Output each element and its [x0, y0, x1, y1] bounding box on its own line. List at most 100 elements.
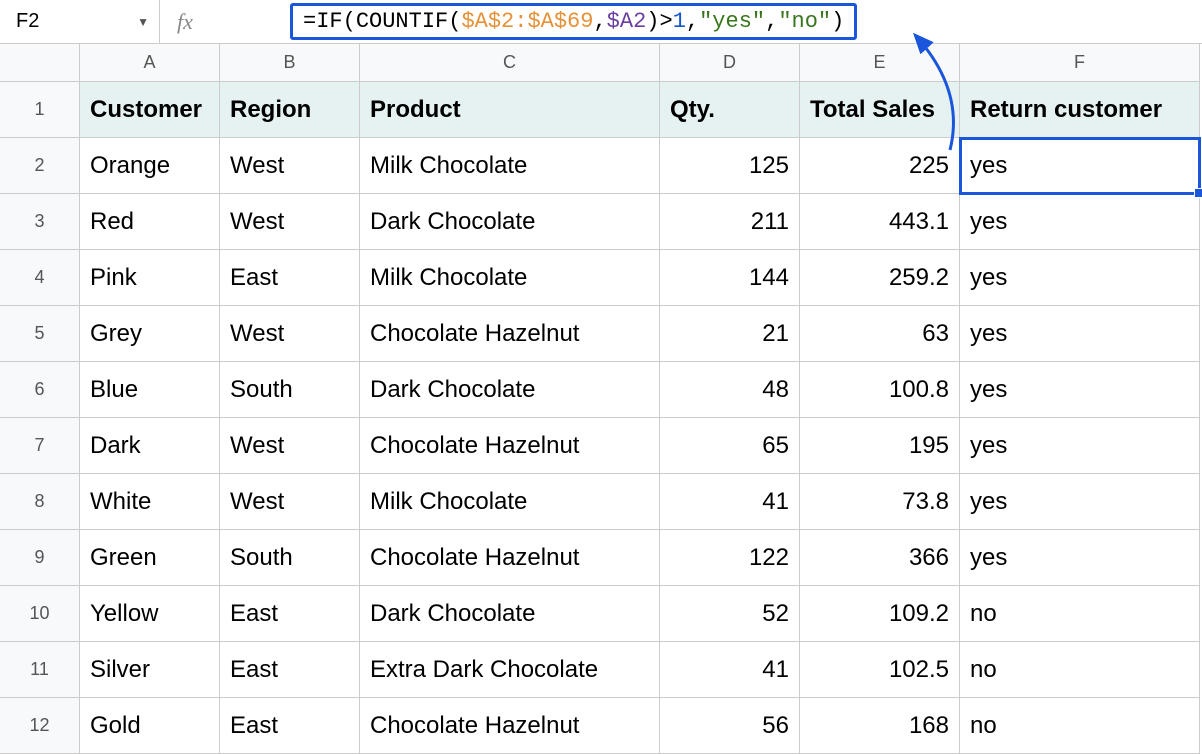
cell[interactable]: White	[80, 474, 220, 530]
cell[interactable]: West	[220, 194, 360, 250]
cell[interactable]: 56	[660, 698, 800, 754]
cell[interactable]: 100.8	[800, 362, 960, 418]
cell[interactable]: Dark Chocolate	[360, 362, 660, 418]
cell[interactable]: yes	[960, 362, 1200, 418]
cell[interactable]: East	[220, 586, 360, 642]
cell[interactable]: Milk Chocolate	[360, 138, 660, 194]
row-header[interactable]: 1	[0, 82, 80, 138]
select-all-corner[interactable]	[0, 44, 80, 82]
cell[interactable]: 168	[800, 698, 960, 754]
row-header[interactable]: 7	[0, 418, 80, 474]
cell[interactable]: 73.8	[800, 474, 960, 530]
row-header[interactable]: 12	[0, 698, 80, 754]
formula-token: ,	[765, 9, 778, 34]
cell[interactable]: 122	[660, 530, 800, 586]
cell[interactable]: Gold	[80, 698, 220, 754]
cell[interactable]: 109.2	[800, 586, 960, 642]
cell[interactable]: 225	[800, 138, 960, 194]
cell[interactable]: 259.2	[800, 250, 960, 306]
cell[interactable]: 195	[800, 418, 960, 474]
cell[interactable]: no	[960, 698, 1200, 754]
cell[interactable]: South	[220, 530, 360, 586]
cell[interactable]: yes	[960, 306, 1200, 362]
name-box[interactable]: F2 ▼	[0, 0, 160, 43]
cell[interactable]: Chocolate Hazelnut	[360, 418, 660, 474]
cell[interactable]: South	[220, 362, 360, 418]
cell[interactable]: Dark	[80, 418, 220, 474]
cell[interactable]: 443.1	[800, 194, 960, 250]
cell[interactable]: Chocolate Hazelnut	[360, 698, 660, 754]
cell[interactable]: yes	[960, 474, 1200, 530]
formula-token: COUNTIF	[356, 9, 448, 34]
col-header-e[interactable]: E	[800, 44, 960, 82]
row-header[interactable]: 4	[0, 250, 80, 306]
cell[interactable]: yes	[960, 194, 1200, 250]
cell[interactable]: Green	[80, 530, 220, 586]
cell[interactable]: Grey	[80, 306, 220, 362]
cell[interactable]: Silver	[80, 642, 220, 698]
col-header-c[interactable]: C	[360, 44, 660, 82]
cell[interactable]: yes	[960, 418, 1200, 474]
header-qty[interactable]: Qty.	[660, 82, 800, 138]
header-region[interactable]: Region	[220, 82, 360, 138]
cell[interactable]: West	[220, 474, 360, 530]
cell[interactable]: East	[220, 250, 360, 306]
cell[interactable]: 211	[660, 194, 800, 250]
cell[interactable]: Pink	[80, 250, 220, 306]
cell[interactable]: Milk Chocolate	[360, 250, 660, 306]
col-header-b[interactable]: B	[220, 44, 360, 82]
cell[interactable]: 144	[660, 250, 800, 306]
cell[interactable]: 21	[660, 306, 800, 362]
cell[interactable]: 63	[800, 306, 960, 362]
cell[interactable]: East	[220, 642, 360, 698]
cell[interactable]: 102.5	[800, 642, 960, 698]
row-header[interactable]: 5	[0, 306, 80, 362]
row-header[interactable]: 3	[0, 194, 80, 250]
cell[interactable]: West	[220, 418, 360, 474]
cell[interactable]: Dark Chocolate	[360, 194, 660, 250]
col-header-d[interactable]: D	[660, 44, 800, 82]
fill-handle[interactable]	[1194, 188, 1202, 198]
cell[interactable]: 52	[660, 586, 800, 642]
cell[interactable]: no	[960, 642, 1200, 698]
cell[interactable]: no	[960, 586, 1200, 642]
cell[interactable]: Chocolate Hazelnut	[360, 530, 660, 586]
cell[interactable]: Extra Dark Chocolate	[360, 642, 660, 698]
cell[interactable]: Yellow	[80, 586, 220, 642]
row-header[interactable]: 9	[0, 530, 80, 586]
fx-icon[interactable]: fx	[160, 9, 210, 35]
cell[interactable]: Blue	[80, 362, 220, 418]
cell[interactable]: East	[220, 698, 360, 754]
cell-f2-selected[interactable]: yes	[960, 138, 1200, 194]
header-product[interactable]: Product	[360, 82, 660, 138]
row-header[interactable]: 6	[0, 362, 80, 418]
cell[interactable]: Milk Chocolate	[360, 474, 660, 530]
col-header-a[interactable]: A	[80, 44, 220, 82]
row-header[interactable]: 11	[0, 642, 80, 698]
cell[interactable]: 125	[660, 138, 800, 194]
cell[interactable]: Chocolate Hazelnut	[360, 306, 660, 362]
cell[interactable]: 48	[660, 362, 800, 418]
cell[interactable]: Dark Chocolate	[360, 586, 660, 642]
header-customer[interactable]: Customer	[80, 82, 220, 138]
formula-bar[interactable]: =IF(COUNTIF($A$2:$A$69,$A2)>1,"yes","no"…	[290, 3, 857, 40]
row-header[interactable]: 10	[0, 586, 80, 642]
cell[interactable]: Red	[80, 194, 220, 250]
dropdown-icon[interactable]: ▼	[137, 15, 149, 29]
cell[interactable]: West	[220, 306, 360, 362]
formula-token: (	[448, 9, 461, 34]
cell[interactable]: 41	[660, 642, 800, 698]
cell[interactable]: West	[220, 138, 360, 194]
cell[interactable]: yes	[960, 530, 1200, 586]
header-total[interactable]: Total Sales	[800, 82, 960, 138]
row-header[interactable]: 2	[0, 138, 80, 194]
spreadsheet-grid: A B C D E F 1 Customer Region Product Qt…	[0, 44, 1202, 754]
cell[interactable]: 366	[800, 530, 960, 586]
cell[interactable]: 65	[660, 418, 800, 474]
cell[interactable]: Orange	[80, 138, 220, 194]
row-header[interactable]: 8	[0, 474, 80, 530]
header-return[interactable]: Return customer	[960, 82, 1200, 138]
col-header-f[interactable]: F	[960, 44, 1200, 82]
cell[interactable]: 41	[660, 474, 800, 530]
cell[interactable]: yes	[960, 250, 1200, 306]
